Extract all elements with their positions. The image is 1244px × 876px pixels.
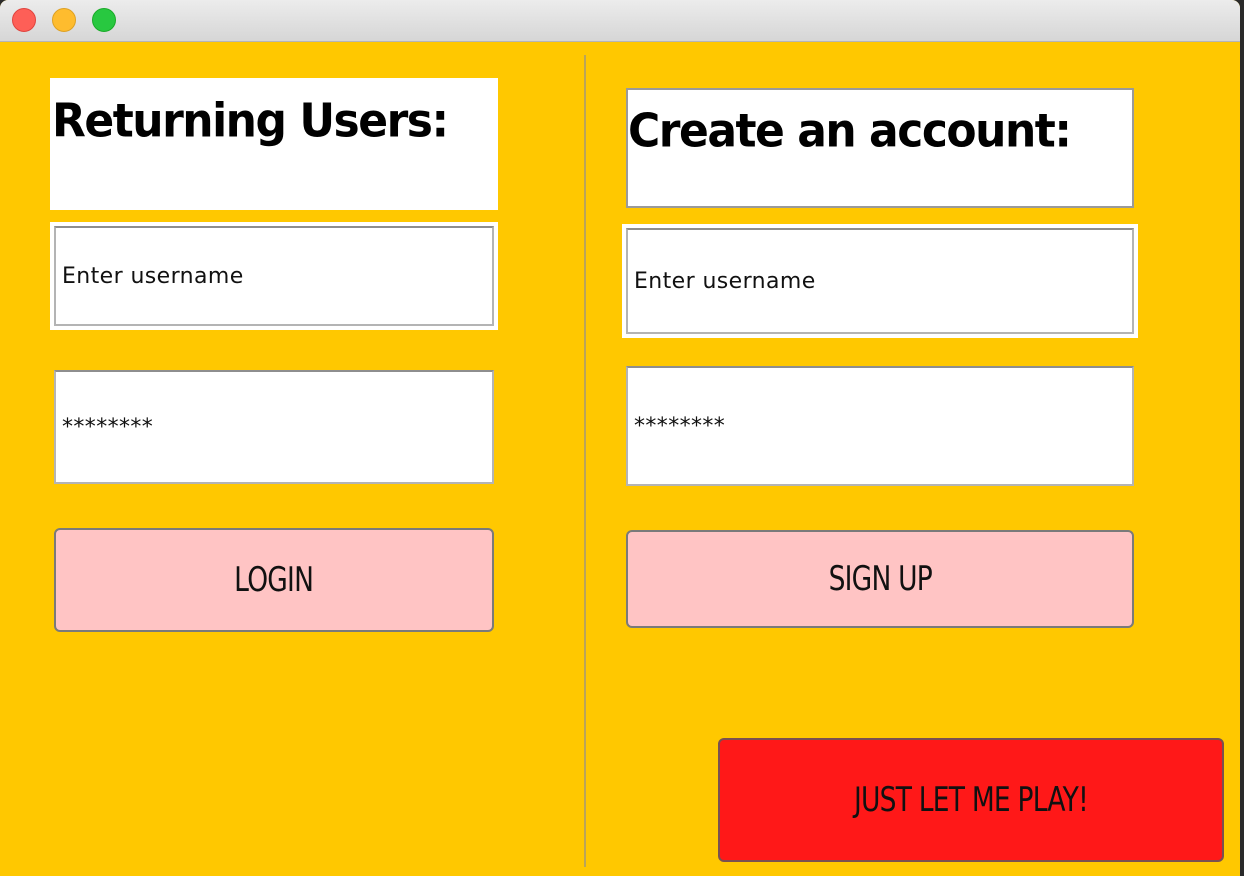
maximize-window-icon[interactable]	[92, 8, 116, 32]
title-bar[interactable]	[0, 0, 1240, 42]
vertical-divider	[584, 55, 586, 867]
returning-heading-box: Returning Users:	[50, 78, 498, 210]
app-window: Returning Users: LOGIN Create an account…	[0, 0, 1240, 876]
just-let-me-play-label: JUST LET ME PLAY!	[854, 780, 1089, 820]
sign-up-button-label: SIGN UP	[828, 559, 932, 599]
close-window-icon[interactable]	[12, 8, 36, 32]
minimize-window-icon[interactable]	[52, 8, 76, 32]
create-password-input[interactable]	[626, 366, 1134, 486]
main-panel: Returning Users: LOGIN Create an account…	[0, 42, 1240, 876]
login-button-label: LOGIN	[234, 560, 314, 600]
screen-edge	[1240, 0, 1244, 876]
returning-password-input[interactable]	[54, 370, 494, 484]
create-heading-box: Create an account:	[626, 88, 1134, 208]
create-username-input[interactable]	[626, 228, 1134, 334]
sign-up-button[interactable]: SIGN UP	[626, 530, 1134, 628]
login-button[interactable]: LOGIN	[54, 528, 494, 632]
just-let-me-play-button[interactable]: JUST LET ME PLAY!	[718, 738, 1224, 862]
returning-users-heading: Returning Users:	[52, 94, 449, 149]
create-account-heading: Create an account:	[628, 104, 1072, 159]
returning-username-input[interactable]	[54, 226, 494, 326]
